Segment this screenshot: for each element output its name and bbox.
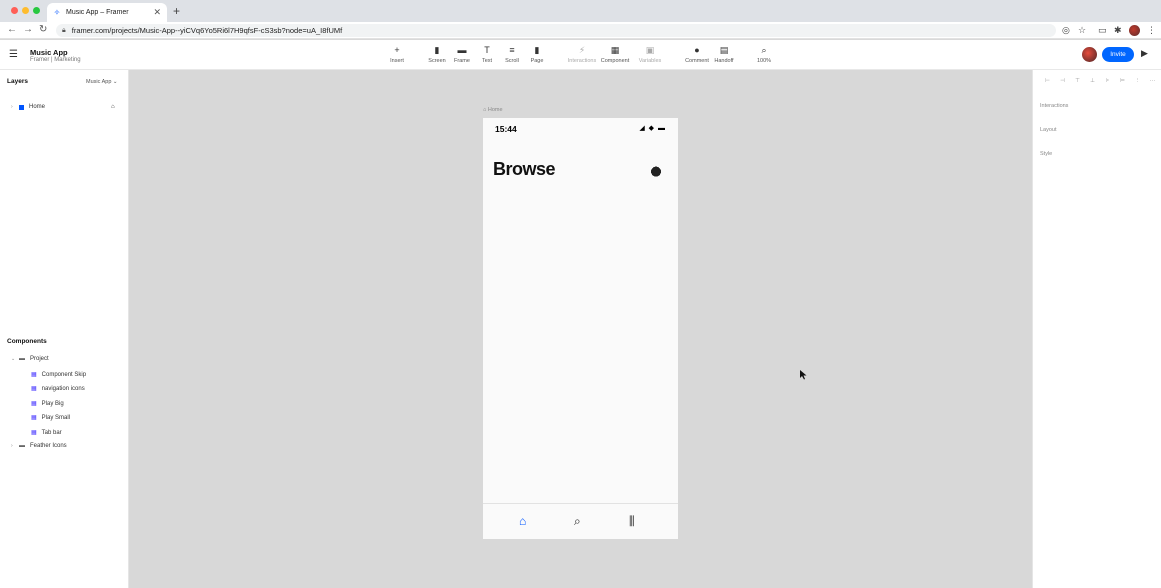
left-panel: Layers Music App ⌄ › Home ⌂ Components ⌄… [0, 70, 129, 588]
bookmark-star-icon[interactable]: ☆ [1078, 25, 1086, 36]
url-field[interactable]: 🔒︎ framer.com/projects/Music-App--yiCVq6… [56, 24, 1056, 37]
picture-in-picture-icon[interactable]: ▭ [1098, 25, 1107, 36]
interactions-section[interactable]: Interactions [1040, 103, 1068, 109]
preview-play-icon[interactable]: ▶ [1141, 48, 1148, 59]
page-selector[interactable]: Music App ⌄ [86, 79, 118, 85]
browser-profile-avatar[interactable] [1129, 25, 1140, 36]
browser-tab[interactable]: ✧ Music App – Framer ✕ [47, 3, 167, 22]
align-left-icon[interactable]: ⊢ [1043, 78, 1052, 85]
component-item[interactable]: ▦ Play Small [31, 414, 70, 422]
component-icon: ▦ [31, 415, 37, 421]
project-team: Framer | Marketing [30, 57, 81, 63]
component-icon: ▦ [31, 372, 37, 378]
tab-title: Music App – Framer [66, 9, 129, 16]
component-item[interactable]: ▦ Tab bar [31, 429, 62, 437]
browser-tab-bar: ✧ Music App – Framer ✕ + [0, 0, 1161, 22]
puzzle-extensions-icon[interactable]: ✱ [1114, 25, 1122, 36]
component-icon: ▦ [31, 386, 37, 392]
search-icon[interactable]: ⌕ [574, 514, 581, 529]
framer-toolbar: ☰ Music App Framer | Marketing + Insert … [0, 40, 1161, 70]
status-time: 15:44 [495, 124, 517, 134]
minimize-window-button[interactable] [22, 7, 29, 14]
framer-favicon-icon: ✧ [53, 8, 61, 17]
profile-avatar-icon [649, 166, 663, 180]
folder-icon: ▬ [19, 443, 25, 449]
align-top-icon[interactable]: ⊥ [1088, 78, 1097, 85]
insert-icon: + [394, 45, 400, 55]
insert-tool[interactable]: + Insert [381, 44, 413, 64]
variables-tool[interactable]: ▣ Variables [634, 44, 666, 64]
close-window-button[interactable] [11, 7, 18, 14]
maximize-window-button[interactable] [33, 7, 40, 14]
forward-arrow-icon[interactable]: → [23, 24, 33, 35]
tab-bar: ⌂ ⌕ ⫼ [483, 503, 678, 539]
url-text: framer.com/projects/Music-App--yiCVq6Yo5… [71, 26, 343, 35]
chevron-down-icon: ⌄ [112, 79, 118, 85]
distribute-horizontal-icon[interactable]: ⫶ [1133, 78, 1142, 85]
interactions-tool[interactable]: ⚡ Interactions [566, 44, 598, 64]
address-bar-row: ← → ↻ 🔒︎ framer.com/projects/Music-App--… [0, 22, 1161, 39]
folder-feather-icons[interactable]: › ▬ Feather Icons [11, 443, 67, 449]
lock-icon: 🔒︎ [62, 26, 66, 34]
chevron-right-icon: › [11, 443, 13, 449]
alignment-toolbar: ⊢ ⊣ ⊤ ⊥ ⊧ ⊨ ⫶ ⋯ [1043, 78, 1157, 85]
page-tool[interactable]: ▮ Page [521, 44, 553, 64]
layer-item-home[interactable]: › Home [11, 104, 45, 110]
zoom-level: 100% [756, 58, 772, 64]
frame-label[interactable]: ⌂ Home [483, 107, 503, 113]
layout-section[interactable]: Layout [1040, 127, 1057, 133]
chevron-right-icon: › [11, 104, 13, 110]
zoom-tool[interactable]: ⌕ 100% [748, 44, 780, 64]
zoom-search-icon: ⌕ [761, 45, 767, 55]
cursor-arrow-icon [800, 370, 807, 380]
invite-button[interactable]: Invite [1102, 47, 1134, 62]
chevron-down-icon: ⌄ [11, 356, 16, 362]
browser-menu-icon[interactable]: ⋮ [1147, 25, 1156, 36]
folder-icon: ▬ [19, 356, 25, 362]
component-icon: ▦ [31, 430, 37, 436]
main-menu-icon[interactable]: ☰ [9, 49, 21, 61]
component-icon: ▦ [610, 45, 620, 55]
browse-heading: Browse [493, 159, 556, 179]
home-page-icon: ⌂ [111, 104, 115, 110]
project-name[interactable]: Music App [30, 48, 68, 57]
component-tool[interactable]: ▦ Component [599, 44, 631, 64]
new-tab-button[interactable]: + [173, 4, 180, 18]
frame-square-icon [19, 104, 24, 110]
handoff-icon: ▤ [719, 45, 729, 55]
back-arrow-icon[interactable]: ← [7, 24, 17, 35]
component-item[interactable]: ▦ navigation icons [31, 385, 85, 393]
distribute-vertical-icon[interactable]: ⋯ [1148, 78, 1157, 85]
component-item[interactable]: ▦ Component Skip [31, 371, 86, 379]
handoff-tool[interactable]: ▤ Handoff [708, 44, 740, 64]
properties-panel: ⊢ ⊣ ⊤ ⊥ ⊧ ⊨ ⫶ ⋯ Interactions Layout Styl… [1032, 70, 1161, 588]
component-icon: ▦ [31, 401, 37, 407]
library-icon[interactable]: ⫼ [629, 514, 635, 529]
reload-icon[interactable]: ↻ [39, 24, 47, 35]
page-icon: ▮ [534, 45, 540, 55]
align-right-icon[interactable]: ⊤ [1073, 78, 1082, 85]
user-avatar[interactable] [1082, 47, 1097, 62]
align-center-icon[interactable]: ⊣ [1058, 78, 1067, 85]
variables-icon: ▣ [645, 45, 655, 55]
align-middle-icon[interactable]: ⊧ [1103, 78, 1112, 85]
lightning-icon: ⚡ [578, 45, 586, 55]
folder-project[interactable]: ⌄ ▬ Project [11, 356, 49, 362]
style-section[interactable]: Style [1040, 151, 1052, 157]
component-item[interactable]: ▦ Play Big [31, 400, 64, 408]
home-screen-frame[interactable]: 15:44 ◢ ◆ ▬ Browse ⌂ ⌕ ⫼ [483, 118, 678, 539]
status-bar-icons: ◢ ◆ ▬ [639, 125, 666, 132]
extension-icon[interactable]: ◎ [1062, 25, 1070, 36]
components-title: Components [7, 338, 47, 345]
tab-close-icon[interactable]: ✕ [153, 7, 161, 18]
align-bottom-icon[interactable]: ⊨ [1118, 78, 1127, 85]
layers-title: Layers [7, 78, 28, 85]
home-icon[interactable]: ⌂ [519, 514, 526, 528]
